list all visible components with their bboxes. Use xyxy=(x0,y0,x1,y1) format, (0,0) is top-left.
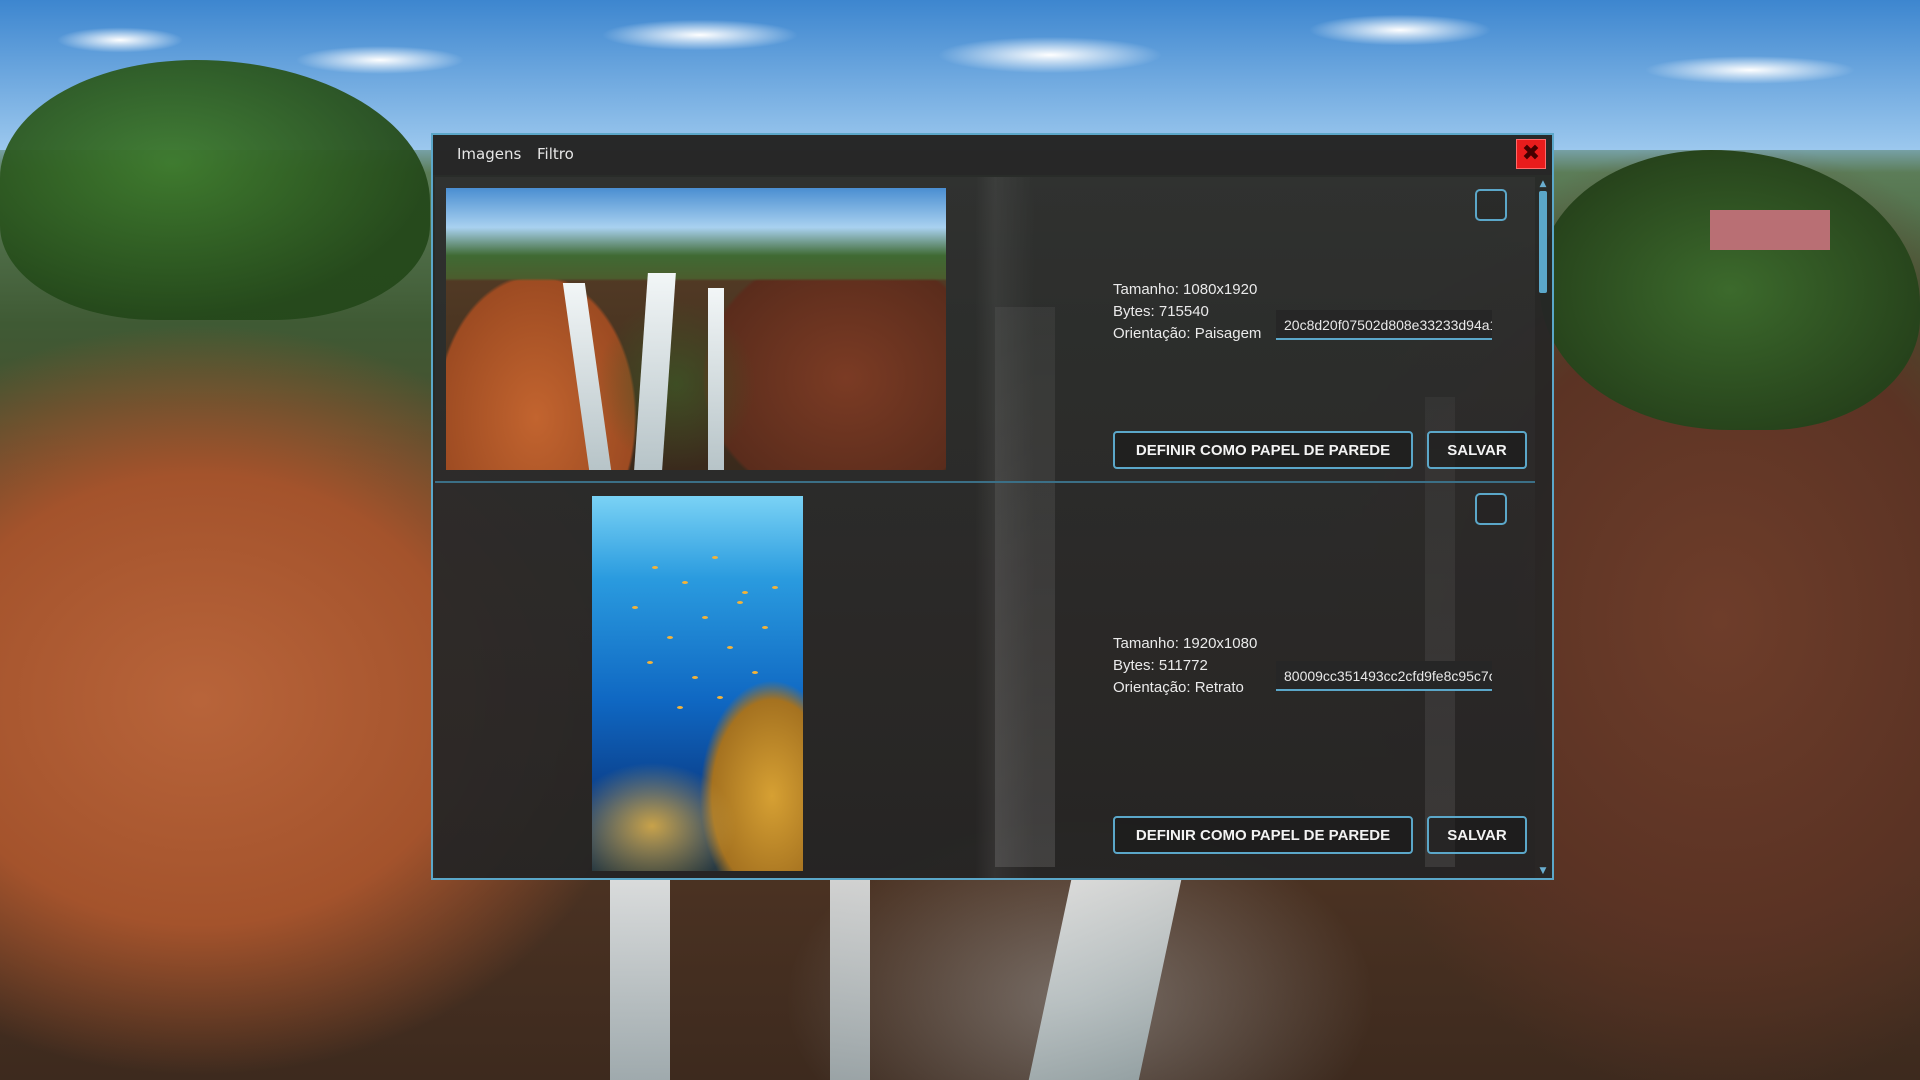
menu-bar: Imagens Filtro ✖ xyxy=(433,135,1552,175)
waterfall xyxy=(1028,880,1182,1080)
image-thumbnail-waterfall xyxy=(446,188,946,470)
bytes-text: Bytes: 715540 xyxy=(1113,303,1209,320)
save-button[interactable]: SALVAR xyxy=(1427,431,1527,469)
bytes-text: Bytes: 511772 xyxy=(1113,657,1208,674)
set-wallpaper-button[interactable]: DEFINIR COMO PAPEL DE PAREDE xyxy=(1113,431,1413,469)
app-window: Imagens Filtro ✖ Tamanho: 1080x1920 Byte… xyxy=(431,133,1554,880)
image-card: Tamanho: 1080x1920 Bytes: 715540 Orienta… xyxy=(435,177,1535,483)
menu-filtro[interactable]: Filtro xyxy=(537,145,574,163)
fish xyxy=(702,616,708,619)
select-checkbox[interactable] xyxy=(1475,189,1507,221)
close-icon: ✖ xyxy=(1521,141,1541,166)
building xyxy=(1710,210,1830,250)
image-list: Tamanho: 1080x1920 Bytes: 715540 Orienta… xyxy=(435,177,1535,878)
fish xyxy=(717,696,723,699)
fish xyxy=(762,626,768,629)
scroll-up-icon[interactable]: ▲ xyxy=(1538,179,1548,189)
fish xyxy=(667,636,673,639)
select-checkbox[interactable] xyxy=(1475,493,1507,525)
menu-imagens[interactable]: Imagens xyxy=(457,145,521,163)
waterfall xyxy=(708,288,724,470)
image-info: Tamanho: 1080x1920 Bytes: 715540 Orienta… xyxy=(1113,279,1261,345)
fish xyxy=(652,566,658,569)
save-button[interactable]: SALVAR xyxy=(1427,816,1527,854)
trees-right xyxy=(1540,150,1920,430)
fish xyxy=(742,591,748,594)
fish xyxy=(692,676,698,679)
fish xyxy=(752,671,758,674)
waterfall xyxy=(830,880,870,1080)
image-card: Tamanho: 1920x1080 Bytes: 511772 Orienta… xyxy=(435,483,1535,878)
hash-field[interactable]: 80009cc351493cc2cfd9fe8c95c7c34 xyxy=(1276,661,1492,691)
fish xyxy=(647,661,653,664)
vegetation xyxy=(596,298,756,470)
fish xyxy=(682,581,688,584)
fish xyxy=(737,601,743,604)
orientation-text: Orientação: Paisagem xyxy=(1113,325,1262,342)
fish xyxy=(727,646,733,649)
size-text: Tamanho: 1080x1920 xyxy=(1113,281,1258,298)
orientation-text: Orientação: Retrato xyxy=(1113,679,1244,696)
fish xyxy=(712,556,718,559)
vertical-scrollbar[interactable]: ▲ ▼ xyxy=(1536,177,1550,878)
image-info: Tamanho: 1920x1080 Bytes: 511772 Orienta… xyxy=(1113,633,1257,699)
scroll-thumb[interactable] xyxy=(1539,191,1547,293)
fish xyxy=(632,606,638,609)
fish xyxy=(772,586,778,589)
size-text: Tamanho: 1920x1080 xyxy=(1113,635,1258,652)
waterfall xyxy=(610,880,670,1080)
close-button[interactable]: ✖ xyxy=(1516,139,1546,169)
set-wallpaper-button[interactable]: DEFINIR COMO PAPEL DE PAREDE xyxy=(1113,816,1413,854)
hash-field[interactable]: 20c8d20f07502d808e33233d94a19 xyxy=(1276,310,1492,340)
scroll-down-icon[interactable]: ▼ xyxy=(1538,866,1548,876)
image-thumbnail-coral-reef xyxy=(592,496,803,871)
fish xyxy=(677,706,683,709)
